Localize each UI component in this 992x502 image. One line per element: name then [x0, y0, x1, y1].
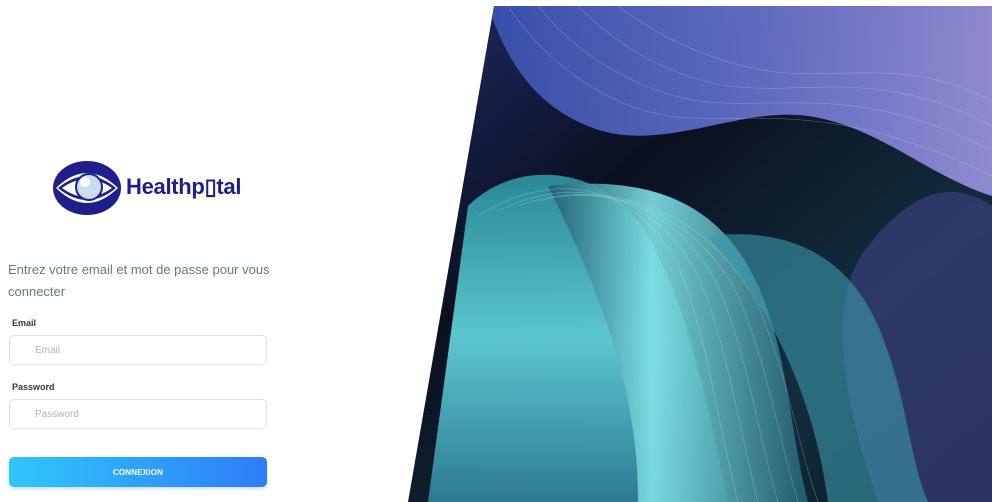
connexion-button[interactable]: CONNEXION — [9, 457, 267, 487]
email-field[interactable] — [9, 335, 267, 365]
hero-abstract-image — [408, 6, 992, 502]
abstract-waves-illustration — [408, 6, 992, 502]
login-intro-text: Entrez votre email et mot de passe pour … — [8, 262, 270, 299]
password-field[interactable] — [9, 399, 267, 429]
eye-logo-icon — [53, 161, 121, 215]
healthpital-logo: Healthp▯tal — [52, 160, 252, 216]
login-pane: Healthp▯tal Entrez votre email et mot de… — [0, 0, 410, 502]
logo-wordmark: Healthp▯tal — [126, 174, 242, 199]
password-label: Password — [12, 382, 55, 392]
email-label: Email — [12, 318, 37, 328]
